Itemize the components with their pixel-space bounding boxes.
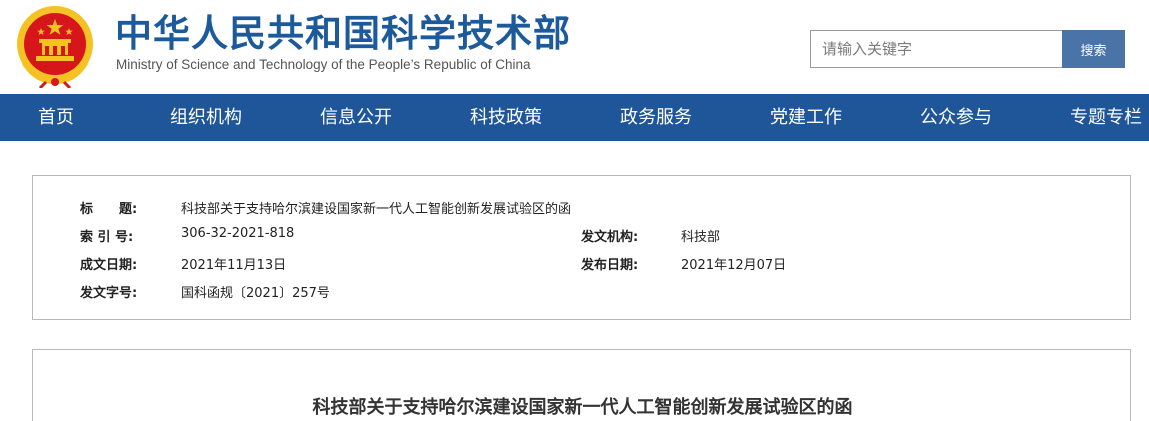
meta-doc-number-value: 国科函规〔2021〕257号 bbox=[181, 286, 330, 301]
document-metadata: 标 题: 科技部关于支持哈尔滨建设国家新一代人工智能创新发展试验区的函 索 引 … bbox=[32, 175, 1131, 320]
nav-item-special-topics[interactable]: 专题专栏 bbox=[1070, 94, 1142, 141]
nav-item-public-participation[interactable]: 公众参与 bbox=[920, 94, 992, 141]
meta-created-label: 成文日期: bbox=[80, 258, 138, 273]
nav-item-home[interactable]: 首页 bbox=[38, 94, 74, 141]
nav-item-info-disclosure[interactable]: 信息公开 bbox=[320, 94, 392, 141]
meta-issuer-label: 发文机构: bbox=[581, 230, 639, 245]
meta-index-value: 306-32-2021-818 bbox=[181, 226, 295, 241]
meta-title-label: 标 题: bbox=[80, 202, 138, 217]
site-title[interactable]: 中华人民共和国科学技术部 bbox=[115, 12, 571, 56]
nav-item-services[interactable]: 政务服务 bbox=[620, 94, 692, 141]
meta-published-value: 2021年12月07日 bbox=[681, 258, 787, 273]
meta-created-value: 2021年11月13日 bbox=[181, 258, 287, 273]
nav-item-organization[interactable]: 组织机构 bbox=[170, 94, 242, 141]
meta-published-label: 发布日期: bbox=[581, 258, 639, 273]
main-nav: 首页 组织机构 信息公开 科技政策 政务服务 党建工作 公众参与 专题专栏 bbox=[0, 94, 1149, 141]
article-body: 科技部关于支持哈尔滨建设国家新一代人工智能创新发展试验区的函 bbox=[32, 349, 1131, 421]
meta-doc-number-label: 发文字号: bbox=[80, 286, 138, 301]
site-header: 中华人民共和国科学技术部 Ministry of Science and Tec… bbox=[0, 0, 1149, 94]
nav-item-policy[interactable]: 科技政策 bbox=[470, 94, 542, 141]
nav-item-party-building[interactable]: 党建工作 bbox=[770, 94, 842, 141]
meta-issuer-value: 科技部 bbox=[681, 230, 721, 245]
meta-index-label: 索 引 号: bbox=[80, 230, 134, 245]
site-subtitle: Ministry of Science and Technology of th… bbox=[116, 57, 531, 72]
national-emblem-icon[interactable] bbox=[14, 4, 96, 88]
meta-title-value: 科技部关于支持哈尔滨建设国家新一代人工智能创新发展试验区的函 bbox=[181, 202, 572, 217]
search-input[interactable] bbox=[810, 30, 1062, 68]
article-title: 科技部关于支持哈尔滨建设国家新一代人工智能创新发展试验区的函 bbox=[312, 397, 853, 418]
search-button[interactable]: 搜索 bbox=[1062, 30, 1125, 68]
